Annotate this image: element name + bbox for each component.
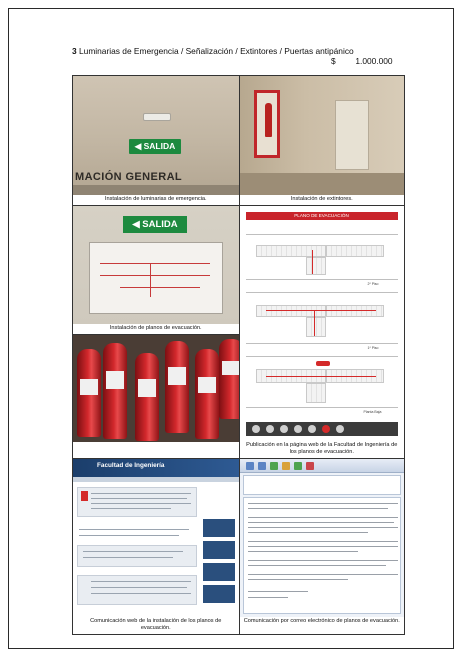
- caption-extinguishers: Instalación de extintores.: [290, 196, 353, 202]
- mail-header: [242, 475, 401, 495]
- photo-cell-emergency-lights: ◀ SALIDA MACIÓN GENERAL Instalación de l…: [73, 76, 239, 205]
- extinguisher-cabinet: [253, 90, 280, 158]
- floorplan-1: [245, 292, 398, 344]
- emergency-lights-photo: ◀ SALIDA MACIÓN GENERAL: [73, 76, 239, 195]
- email-screenshot: [239, 459, 404, 617]
- mail-toolbar: [239, 459, 404, 473]
- exit-sign: ◀ SALIDA: [123, 216, 187, 233]
- photo-cell-web-plan: PLANO DE EVACUACIÓN 2º Piso 1º Piso Plan…: [238, 206, 404, 458]
- floorplan-ground: [245, 356, 398, 408]
- door: [334, 100, 369, 170]
- emergency-lamp: [143, 113, 171, 121]
- photo-row-1: ◀ SALIDA MACIÓN GENERAL Instalación de l…: [73, 76, 404, 205]
- photo-row-3: Facultad de Ingeniería Comunicación web …: [73, 458, 404, 634]
- photo-cell-extinguishers: Instalación de extintores.: [238, 76, 404, 205]
- caption-emergency-lights: Instalación de luminarias de emergencia.: [104, 196, 207, 202]
- extinguisher-cabinet-photo: [239, 76, 404, 195]
- photo-row-2: ◀ SALIDA Instalación de planos de evacua…: [73, 205, 404, 458]
- item-number: 3: [72, 46, 77, 56]
- caption-web-publication: Publicación en la página web de la Facul…: [246, 442, 398, 455]
- plan-title: PLANO DE EVACUACIÓN: [294, 213, 349, 218]
- photo-cell-email: Comunicación por correo electrónico de p…: [238, 459, 404, 634]
- mounted-evacuation-plan: [89, 242, 223, 314]
- photo-cell-left-stack: ◀ SALIDA Instalación de planos de evacua…: [73, 206, 239, 458]
- web-evacuation-plan: PLANO DE EVACUACIÓN 2º Piso 1º Piso Plan…: [239, 206, 404, 441]
- photo-grid: ◀ SALIDA MACIÓN GENERAL Instalación de l…: [72, 75, 405, 635]
- plan-legend: [245, 422, 398, 436]
- caption-evacuation-plans: Instalación de planos de evacuación.: [109, 325, 202, 331]
- site-title: Facultad de Ingeniería: [97, 462, 165, 469]
- exit-sign: ◀ SALIDA: [129, 139, 181, 154]
- item-title: Luminarias de Emergencia / Señalización …: [79, 46, 354, 56]
- price-amount: 1.000.000: [355, 56, 393, 66]
- photo-cell-web-notice: Facultad de Ingeniería Comunicación web …: [73, 459, 239, 634]
- page-heading: 3 Luminarias de Emergencia / Señalizació…: [72, 46, 402, 56]
- faculty-website-screenshot: Facultad de Ingeniería: [73, 459, 239, 617]
- extinguishers-photo: [73, 334, 239, 442]
- price-currency: $: [331, 56, 336, 66]
- evacuation-plan-photo: ◀ SALIDA: [73, 206, 239, 324]
- floorplan-2: [245, 234, 398, 280]
- wall-lettering: MACIÓN GENERAL: [75, 171, 183, 183]
- item-price: $ 1.000.000: [331, 56, 393, 66]
- caption-web-notice: Comunicación web de la instalación de lo…: [90, 618, 222, 631]
- caption-email: Comunicación por correo electrónico de p…: [243, 618, 400, 624]
